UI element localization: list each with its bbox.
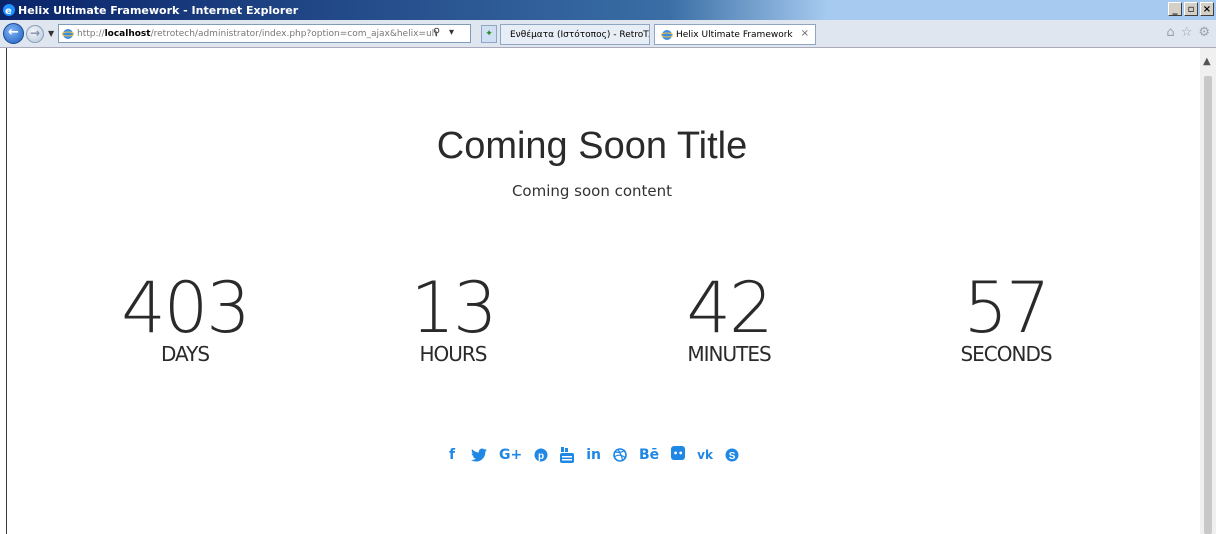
svg-text:S: S (729, 451, 736, 462)
tab-modules[interactable]: Ενθέματα (Ιστότοπος) - RetroT... (500, 24, 650, 45)
address-dropdown-icon[interactable]: ▾ (449, 27, 454, 38)
youtube-icon[interactable] (560, 446, 575, 464)
vk-icon[interactable]: vk (697, 446, 713, 464)
minimize-button[interactable]: _ (1168, 2, 1182, 16)
svg-text:p: p (538, 451, 544, 462)
behance-icon[interactable]: Bē (639, 446, 659, 464)
countdown-minutes: 42 MINUTES (629, 272, 829, 366)
countdown-value: 42 (686, 267, 773, 349)
tab-ie-icon (661, 29, 673, 40)
skype-icon[interactable]: S (725, 446, 739, 464)
compatibility-icon[interactable]: ✦ (481, 25, 497, 43)
url-text[interactable]: http://localhost/retrotech/administrator… (77, 29, 437, 39)
tab-helix[interactable]: Helix Ultimate Framework × (654, 24, 816, 45)
countdown-days: 403 DAYS (85, 272, 285, 366)
twitter-icon[interactable] (471, 446, 487, 464)
tab-label: Helix Ultimate Framework (676, 29, 793, 40)
back-arrow-icon: ← (8, 25, 19, 40)
page-ie-icon (62, 28, 74, 39)
scroll-thumb[interactable] (1204, 76, 1212, 534)
countdown-label: HOURS (419, 342, 487, 366)
pinterest-icon[interactable]: p (534, 446, 548, 464)
linkedin-icon[interactable]: in (586, 446, 601, 464)
countdown-label: DAYS (160, 342, 210, 366)
dribbble-icon[interactable] (613, 446, 627, 464)
svg-text:e: e (5, 6, 12, 17)
countdown-label: SECONDS (960, 342, 1052, 366)
countdown-hours: 13 HOURS (353, 272, 553, 366)
window-title: Helix Ultimate Framework - Internet Expl… (18, 3, 299, 17)
countdown-value: 403 (121, 267, 251, 349)
favorites-star-icon[interactable]: ☆ (1181, 25, 1193, 40)
countdown-label: MINUTES (687, 342, 771, 366)
google-plus-icon[interactable]: G+ (499, 446, 522, 464)
page-title: Coming Soon Title (436, 125, 748, 167)
restore-button[interactable]: ▫ (1184, 2, 1198, 16)
page-subtitle: Coming soon content (511, 182, 673, 200)
flickr-icon[interactable]: •• (671, 446, 686, 460)
forward-button[interactable]: → (26, 25, 44, 43)
scroll-up-icon[interactable]: ▲ (1203, 56, 1211, 67)
social-links: f G+ p in Bē •• vk S (7, 446, 1177, 464)
ie-logo-icon: e (3, 4, 15, 17)
address-bar[interactable]: http://localhost/retrotech/administrator… (58, 24, 471, 43)
vertical-scrollbar[interactable]: ▲ (1200, 48, 1216, 534)
countdown-value: 13 (410, 267, 497, 349)
home-icon[interactable]: ⌂ (1166, 25, 1174, 40)
countdown-seconds: 57 SECONDS (906, 272, 1106, 366)
settings-gear-icon[interactable]: ⚙ (1198, 25, 1210, 40)
browser-toolbar-icons: ⌂ ☆ ⚙ (1166, 25, 1210, 40)
window-controls: _ ▫ × (1168, 2, 1214, 16)
search-icon[interactable]: ⚲ (433, 27, 440, 38)
browser-navbar: ← → ▼ http://localhost/retrotech/adminis… (0, 20, 1216, 48)
facebook-icon[interactable]: f (445, 446, 459, 464)
countdown-value: 57 (963, 267, 1050, 349)
close-window-button[interactable]: × (1200, 2, 1214, 16)
tab-label: Ενθέματα (Ιστότοπος) - RetroT... (510, 29, 650, 40)
window-titlebar: e Helix Ultimate Framework - Internet Ex… (0, 0, 1216, 20)
forward-arrow-icon: → (30, 26, 41, 40)
tab-close-icon[interactable]: × (801, 28, 809, 39)
back-button[interactable]: ← (3, 23, 24, 44)
page-content: Coming Soon Title Coming soon content 40… (7, 48, 1200, 534)
history-dropdown-icon[interactable]: ▼ (48, 29, 54, 38)
